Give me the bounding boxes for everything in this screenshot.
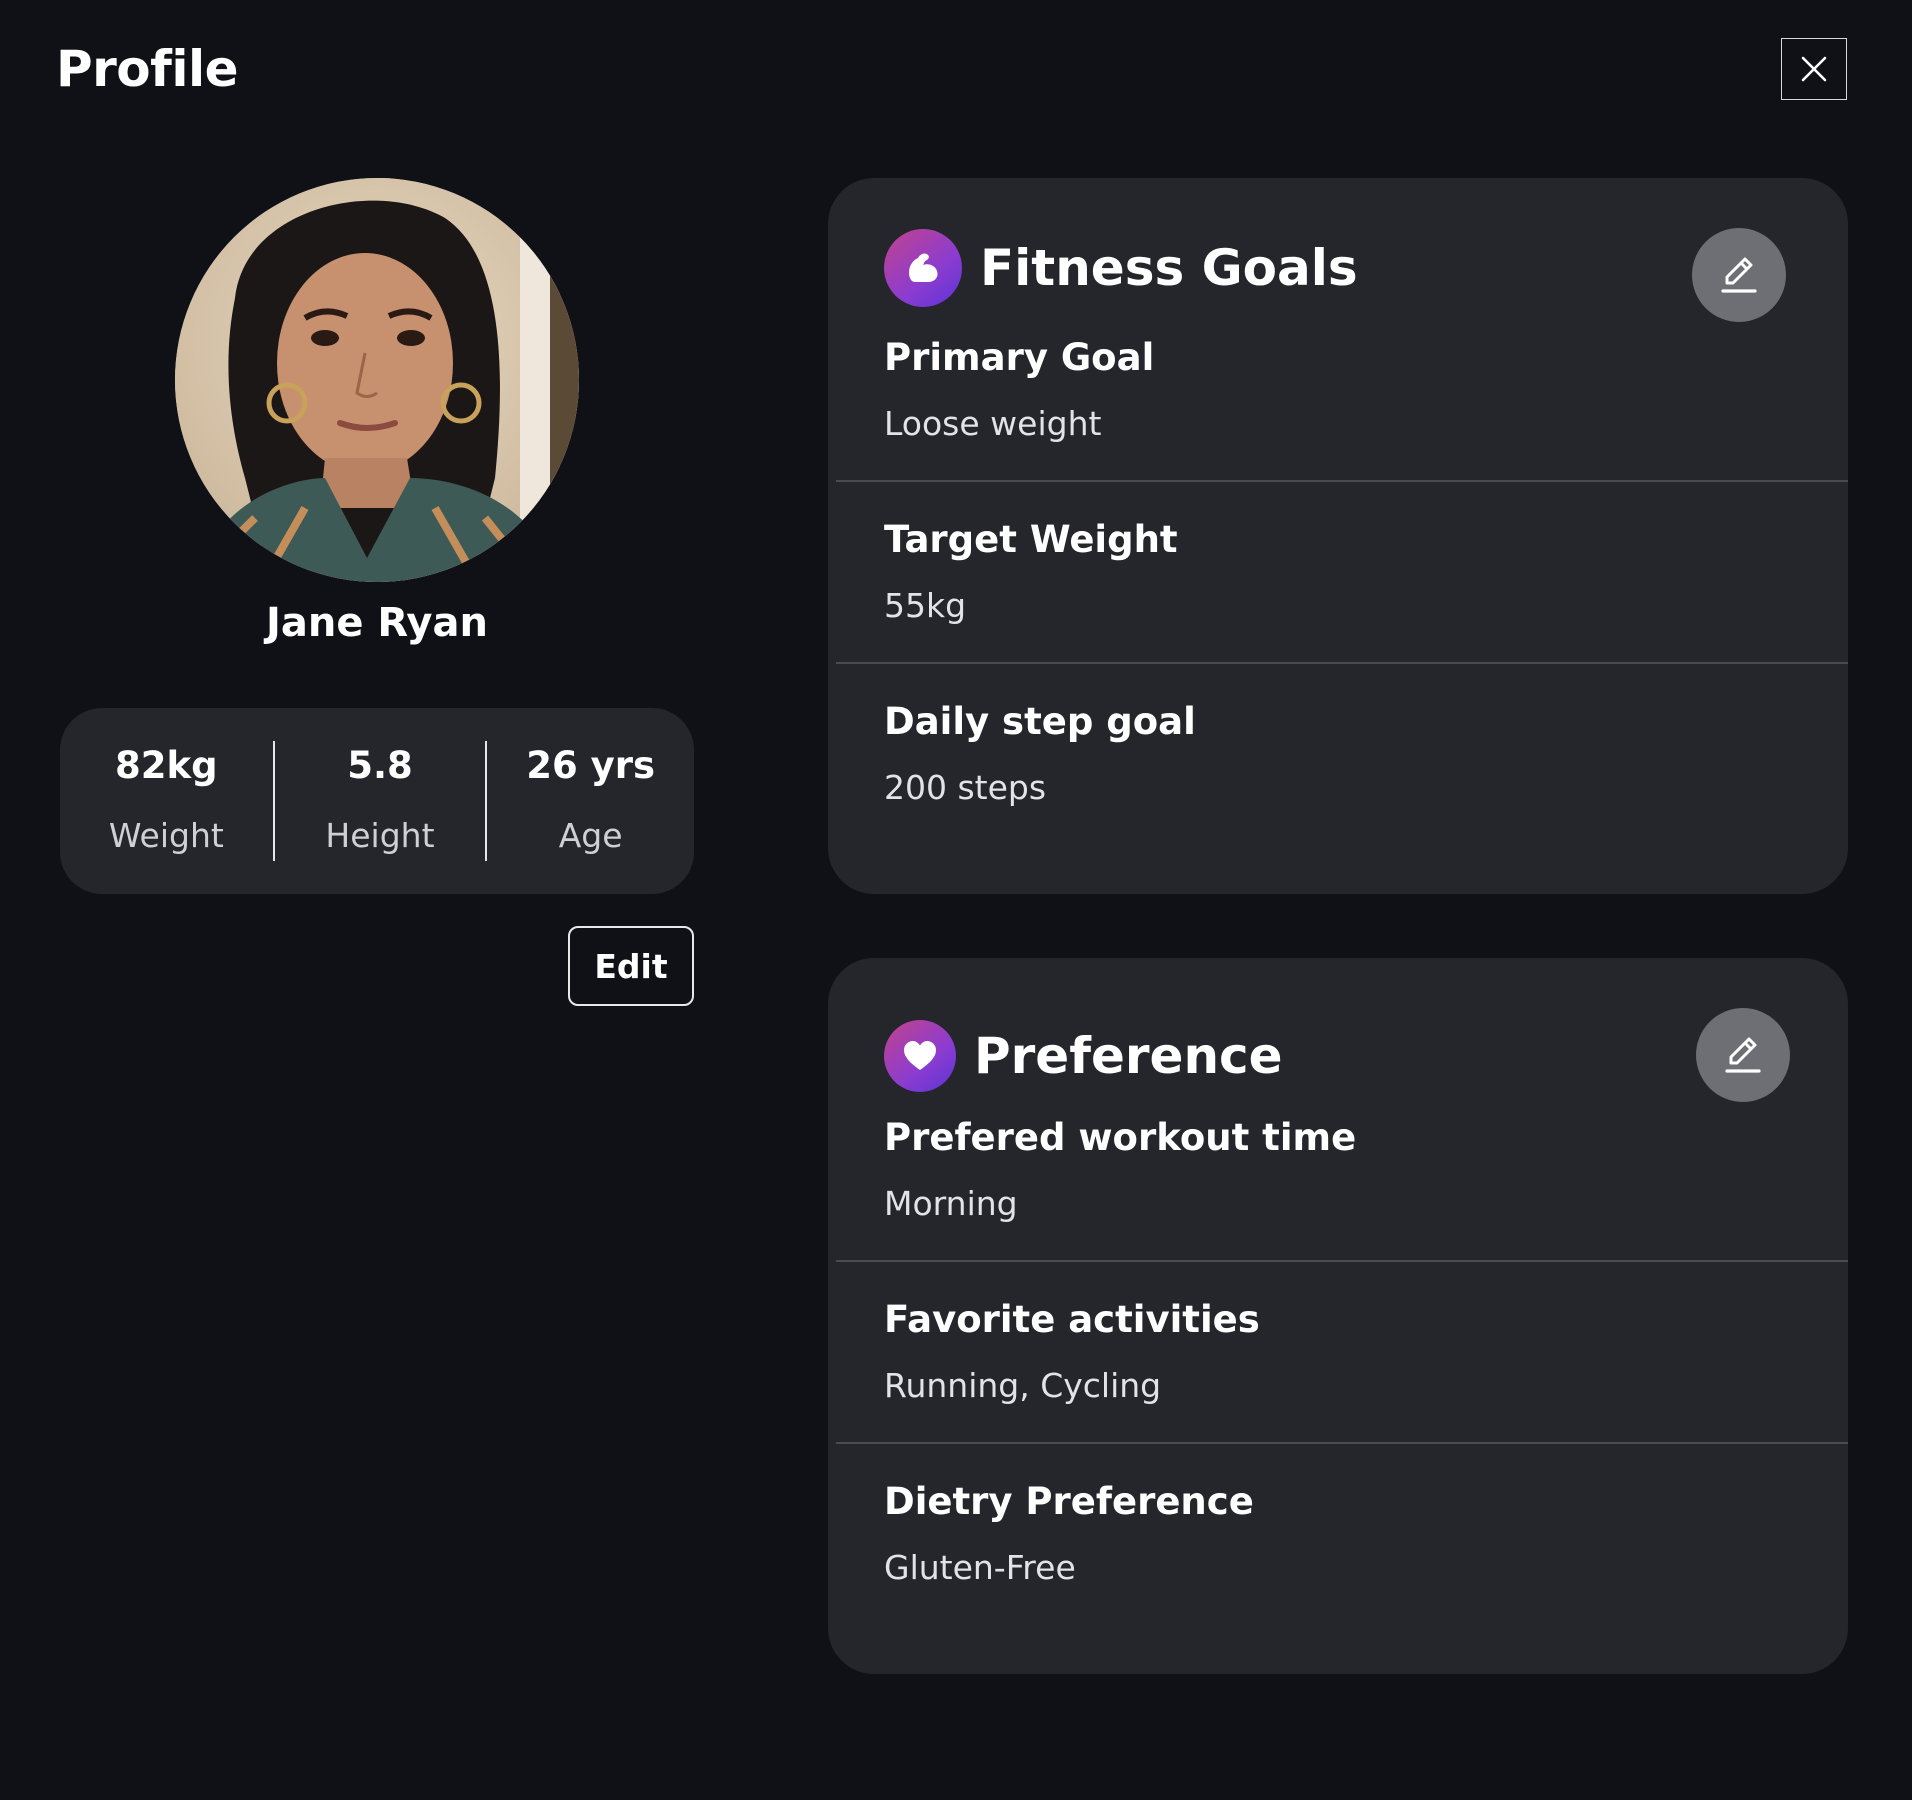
- stat-value: 26 yrs: [526, 744, 656, 787]
- card-title: Fitness Goals: [980, 239, 1358, 297]
- stat-label: Age: [558, 816, 623, 855]
- field-label: Prefered workout time: [884, 1116, 1357, 1159]
- stat-label: Weight: [108, 816, 224, 855]
- close-icon: [1801, 56, 1827, 82]
- stat-value: 82kg: [115, 744, 218, 787]
- pencil-icon: [1721, 257, 1757, 293]
- avatar: [175, 178, 579, 582]
- target-weight-field: Target Weight 55kg: [884, 518, 1178, 626]
- field-value: 200 steps: [884, 768, 1047, 807]
- stat-height: 5.8 Height: [275, 741, 486, 861]
- heart-icon: [884, 1020, 956, 1092]
- section-divider: [836, 1442, 1848, 1444]
- field-value: Running, Cycling: [884, 1366, 1162, 1405]
- section-divider: [836, 662, 1848, 664]
- section-divider: [836, 1260, 1848, 1262]
- card-header: Preference: [884, 1016, 1283, 1096]
- stat-value: 5.8: [347, 744, 413, 787]
- field-value: 55kg: [884, 586, 967, 625]
- stat-label: Height: [325, 816, 435, 855]
- card-title: Preference: [974, 1027, 1283, 1085]
- flexed-bicep-icon: [884, 229, 962, 307]
- field-label: Target Weight: [884, 518, 1178, 561]
- field-label: Dietry Preference: [884, 1480, 1254, 1523]
- edit-fitness-goals-button[interactable]: [1692, 228, 1786, 322]
- card-header: Fitness Goals: [884, 228, 1358, 308]
- pencil-icon: [1725, 1037, 1761, 1073]
- stats-card: 82kg Weight 5.8 Height 26 yrs Age: [60, 708, 694, 894]
- field-value: Gluten-Free: [884, 1548, 1076, 1587]
- avatar-photo: [175, 178, 579, 582]
- fitness-goals-card: Fitness Goals Primary Goal Loose weight …: [828, 178, 1848, 894]
- field-label: Primary Goal: [884, 336, 1155, 379]
- field-label: Favorite activities: [884, 1298, 1260, 1341]
- section-divider: [836, 480, 1848, 482]
- primary-goal-field: Primary Goal Loose weight: [884, 336, 1154, 444]
- field-value: Morning: [884, 1184, 1018, 1223]
- field-value: Loose weight: [884, 404, 1102, 443]
- edit-preference-button[interactable]: [1696, 1008, 1790, 1102]
- workout-time-field: Prefered workout time Morning: [884, 1116, 1356, 1224]
- preference-card: Preference Prefered workout time Morning…: [828, 958, 1848, 1674]
- dietary-preference-field: Dietry Preference Gluten-Free: [884, 1480, 1254, 1588]
- page-title: Profile: [56, 40, 239, 98]
- edit-profile-button[interactable]: Edit: [568, 926, 694, 1006]
- user-name: Jane Ryan: [266, 600, 488, 646]
- stat-age: 26 yrs Age: [487, 741, 694, 861]
- close-button[interactable]: [1781, 38, 1847, 100]
- field-label: Daily step goal: [884, 700, 1196, 743]
- daily-step-goal-field: Daily step goal 200 steps: [884, 700, 1196, 808]
- favorite-activities-field: Favorite activities Running, Cycling: [884, 1298, 1260, 1406]
- stat-weight: 82kg Weight: [60, 741, 273, 861]
